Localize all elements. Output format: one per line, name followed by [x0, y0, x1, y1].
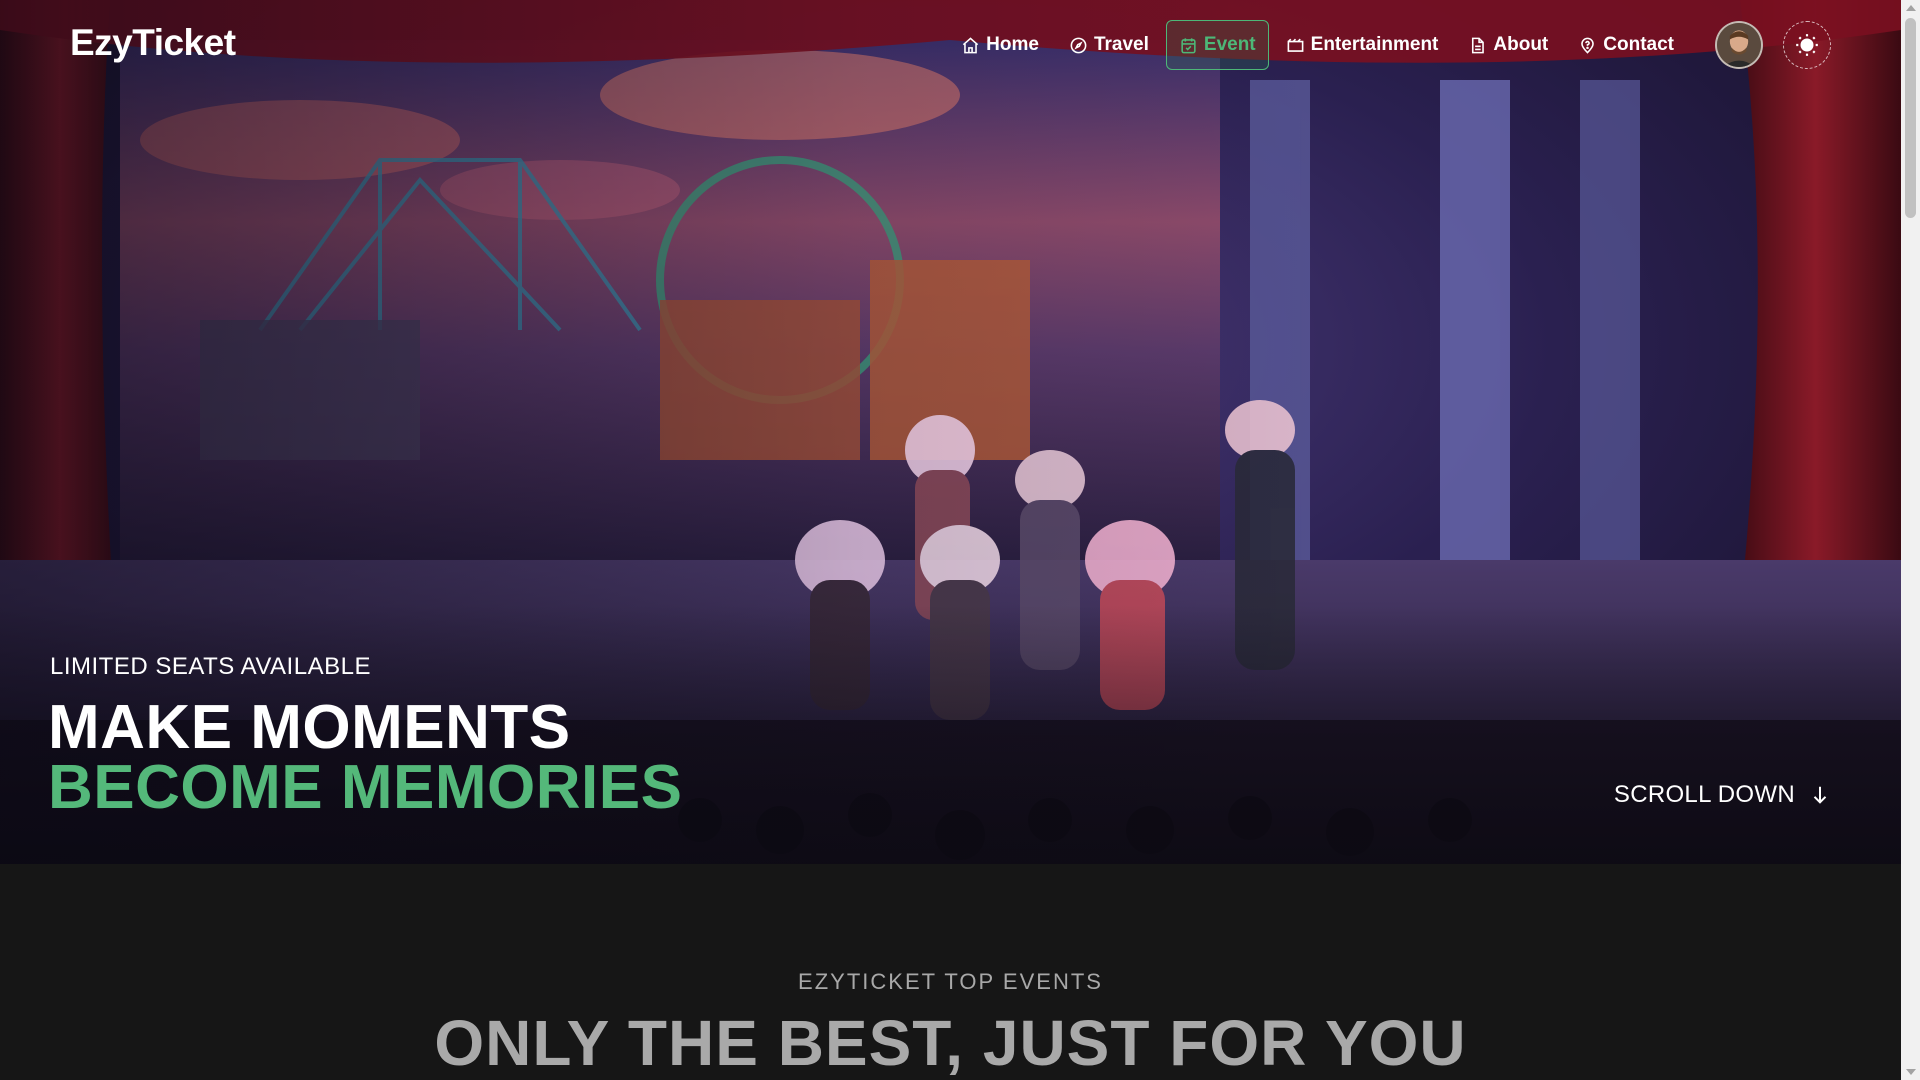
theme-toggle-button[interactable]: [1783, 21, 1831, 69]
document-icon: [1472, 37, 1485, 53]
nav-label-about: About: [1493, 34, 1549, 55]
home-icon: [963, 36, 979, 53]
nav-item-home[interactable]: Home: [948, 20, 1052, 70]
page-scrollbar[interactable]: [1901, 0, 1920, 1080]
scroll-down-label: SCROLL DOWN: [1613, 781, 1795, 808]
brand-logo[interactable]: EzyTicket: [70, 22, 236, 64]
nav-item-event[interactable]: Event: [1165, 20, 1269, 70]
scroll-up-arrow-icon[interactable]: [1906, 5, 1916, 11]
section-title: ONLY THE BEST, JUST FOR YOU: [434, 1007, 1467, 1079]
main-menu: Home Travel Event Entertainment About Co…: [948, 20, 1687, 70]
top-events-section: EZYTICKET TOP EVENTS ONLY THE BEST, JUST…: [0, 864, 1901, 1080]
scroll-down-arrow-icon[interactable]: [1906, 1069, 1916, 1075]
hero-headline-line2: BECOME MEMORIES: [48, 753, 683, 822]
hero-tagline: LIMITED SEATS AVAILABLE: [50, 653, 371, 680]
hero-banner: EzyTicket Home Travel Event Entertainmen…: [0, 0, 1901, 864]
calendar-icon: [1181, 37, 1196, 53]
avatar-portrait-icon: [1717, 23, 1761, 67]
nav-item-contact[interactable]: Contact: [1565, 20, 1687, 70]
help-circle-icon: [1581, 37, 1595, 54]
nav-label-contact: Contact: [1603, 34, 1674, 55]
ticket-icon: [1287, 38, 1304, 52]
nav-label-travel: Travel: [1093, 34, 1149, 55]
nav-item-travel[interactable]: Travel: [1056, 20, 1162, 70]
nav-item-about[interactable]: About: [1455, 20, 1561, 70]
arrow-down-icon: [1813, 786, 1827, 804]
compass-icon: [1070, 37, 1087, 53]
section-kicker: EZYTICKET TOP EVENTS: [798, 969, 1103, 994]
nav-item-entertainment[interactable]: Entertainment: [1273, 20, 1452, 70]
scrollbar-thumb[interactable]: [1905, 18, 1916, 218]
top-navbar: EzyTicket Home Travel Event Entertainmen…: [0, 0, 1901, 90]
nav-label-home: Home: [986, 34, 1039, 55]
nav-label-event: Event: [1203, 34, 1256, 55]
scroll-down-link[interactable]: SCROLL DOWN: [1614, 781, 1831, 809]
user-avatar[interactable]: [1715, 21, 1763, 69]
nav-label-entertainment: Entertainment: [1310, 34, 1439, 55]
sun-icon: [1796, 34, 1818, 56]
